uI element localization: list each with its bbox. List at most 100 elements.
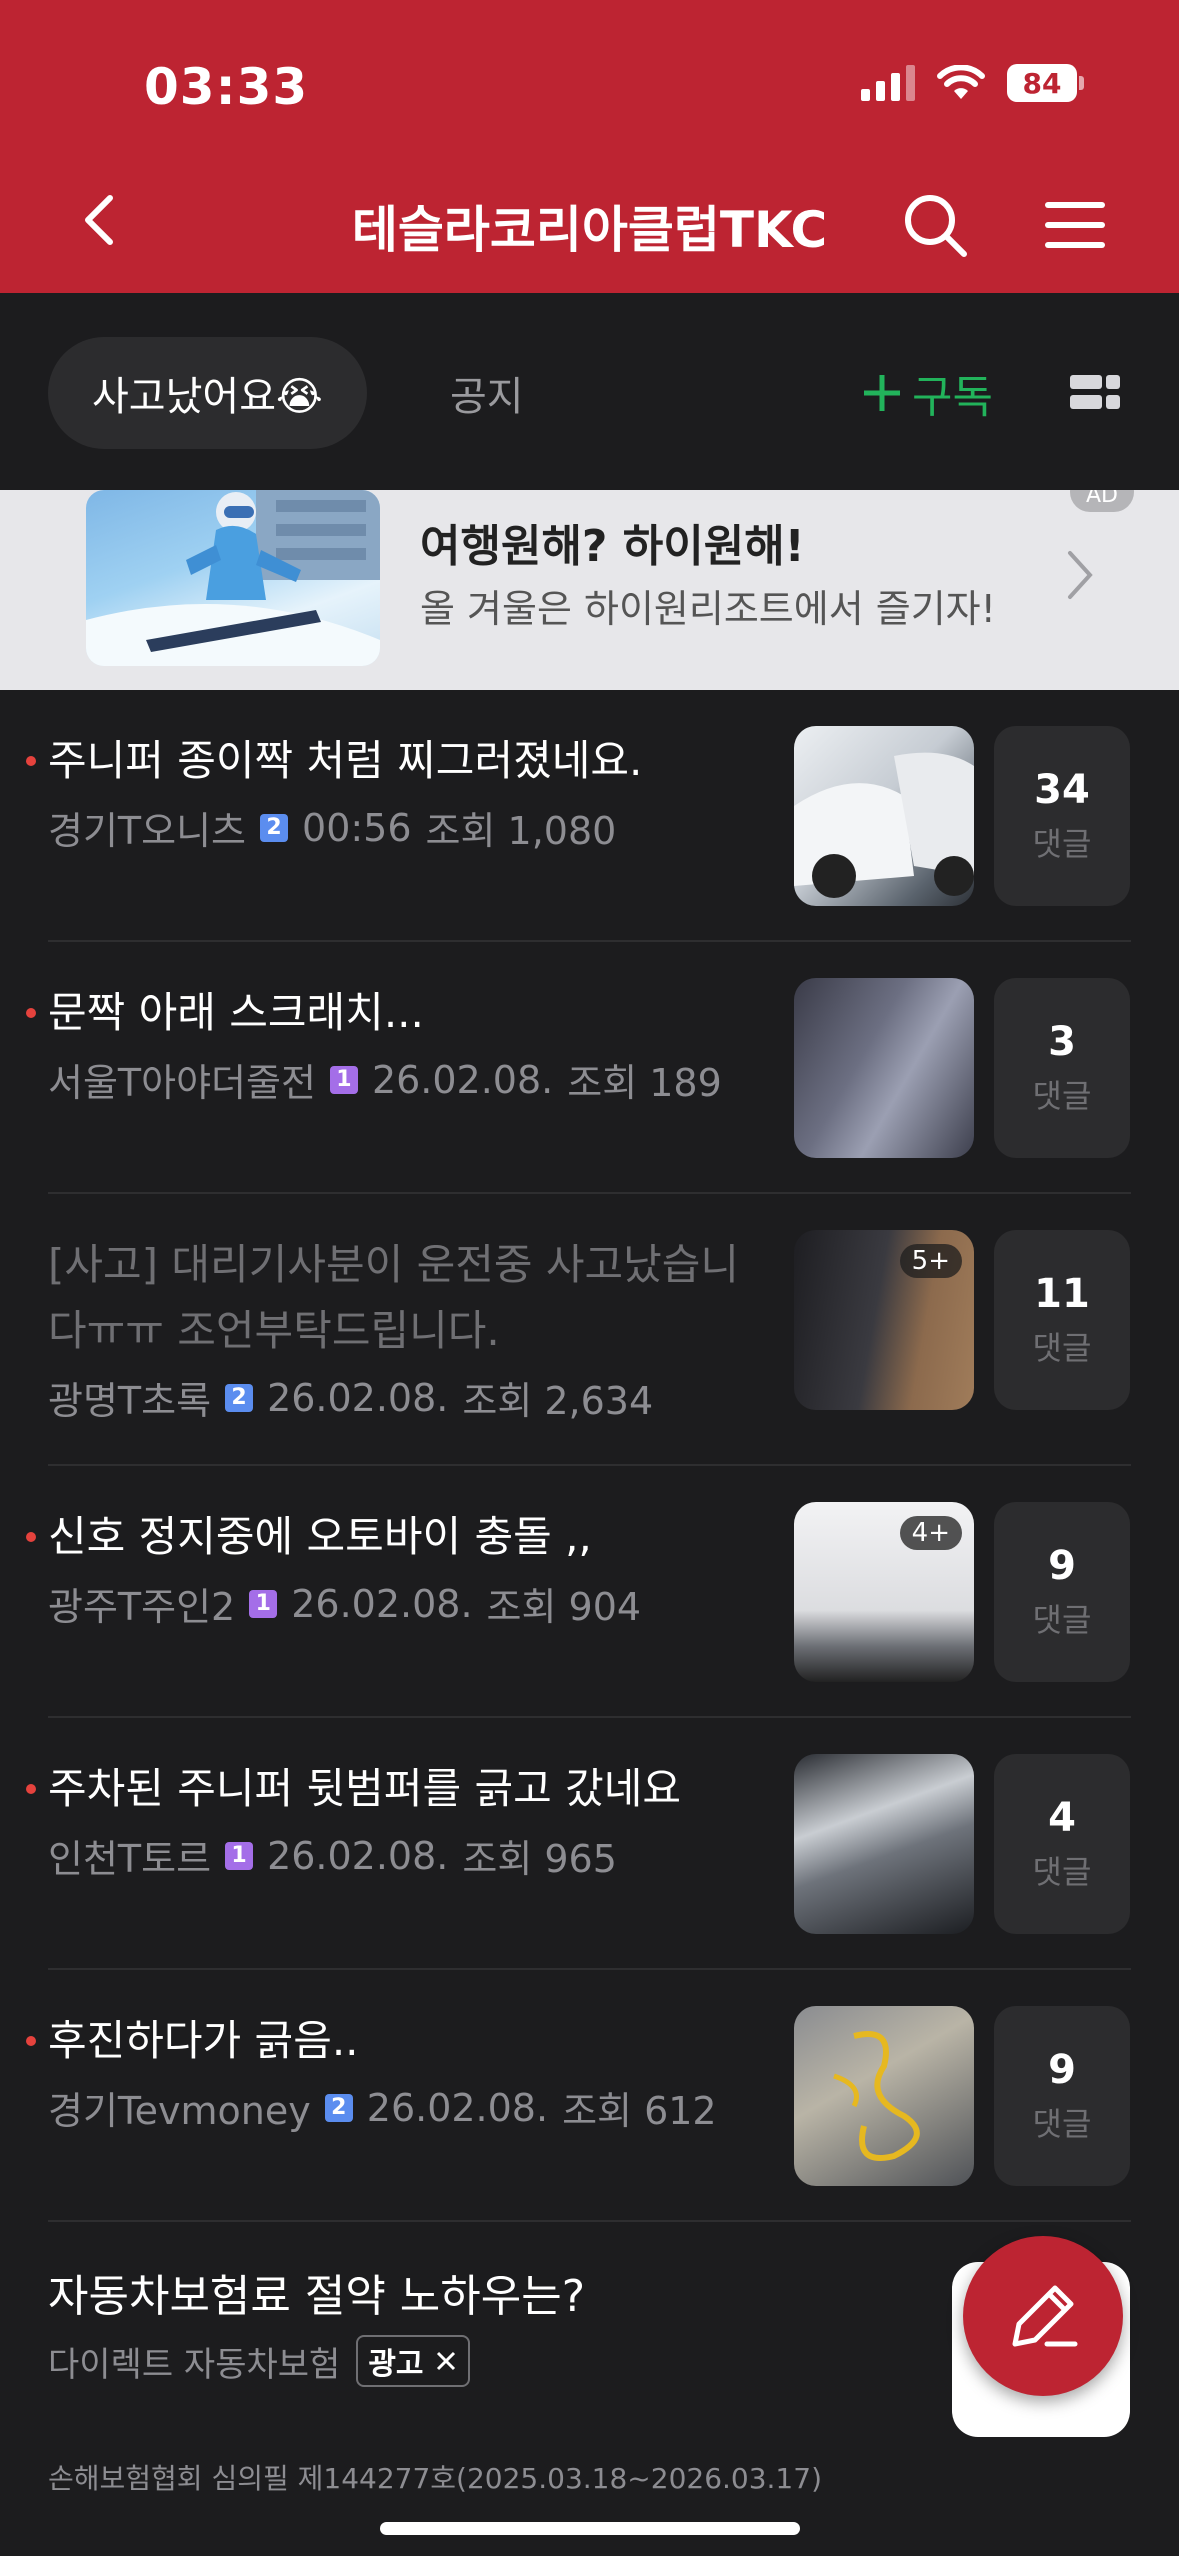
post-thumbnail[interactable] (794, 2006, 974, 2186)
new-indicator (26, 756, 36, 766)
post-title: [사고] 대리기사분이 운전중 사고났습니다ㅠㅠ 조언부탁드립니다. (48, 1240, 740, 1355)
comment-number: 9 (1048, 2047, 1076, 2093)
ad-post-title[interactable]: 자동차보험료 절약 노하우는? (48, 2260, 585, 2324)
new-indicator (26, 1008, 36, 1018)
post-time: 26.02.08. (366, 2085, 549, 2130)
post-title: 주니퍼 종이짝 처럼 찌그러졌네요. (48, 736, 643, 785)
post-time: 00:56 (302, 805, 412, 850)
ad-subtitle: 올 겨울은 하이원리조트에서 즐기자! (420, 587, 996, 631)
menu-icon[interactable] (1040, 195, 1110, 255)
tab-accident[interactable]: 사고났어요😭 (48, 337, 367, 449)
wifi-icon (937, 65, 985, 99)
plus-icon (864, 375, 900, 411)
search-icon[interactable] (900, 190, 970, 260)
level-badge: 1 (249, 1589, 278, 1618)
post-views: 조회 965 (462, 1837, 617, 1881)
image-count-badge: 4+ (899, 1516, 962, 1550)
post-author: 광주T주인2 (48, 1585, 236, 1629)
post-author: 인천T토르 (48, 1837, 212, 1881)
post-time: 26.02.08. (371, 1057, 554, 1102)
post-row[interactable]: 신호 정지중에 오토바이 충돌 ,, 광주T주인2 1 26.02.08. 조회… (0, 1466, 1179, 1718)
comment-label: 댓글 (1032, 1853, 1092, 1891)
status-icons: 84 (861, 64, 1084, 102)
comment-number: 3 (1048, 1019, 1076, 1065)
home-indicator (380, 2522, 800, 2535)
post-time: 26.02.08. (267, 1833, 449, 1878)
post-author: 경기Tevmoney (48, 2089, 311, 2133)
comment-count[interactable]: 11 댓글 (994, 1230, 1130, 1410)
comment-count[interactable]: 34 댓글 (994, 726, 1130, 906)
row-divider (48, 2220, 1131, 2222)
post-row[interactable]: 문짝 아래 스크래치... 서울T아야더줄전 1 26.02.08. 조회 18… (0, 942, 1179, 1194)
post-row[interactable]: 주차된 주니퍼 뒷범퍼를 긁고 갔네요 인천T토르 1 26.02.08. 조회… (0, 1718, 1179, 1970)
comment-count[interactable]: 9 댓글 (994, 1502, 1130, 1682)
status-time: 03:33 (144, 58, 309, 116)
comment-number: 34 (1034, 767, 1090, 813)
chevron-right-icon (1068, 551, 1093, 599)
post-views: 조회 2,634 (462, 1379, 654, 1423)
new-indicator (26, 1532, 36, 1542)
subscribe-label: 구독 (912, 372, 993, 423)
post-meta: 경기Tevmoney 2 26.02.08. 조회 612 (48, 2080, 717, 2135)
post-views: 조회 189 (567, 1061, 722, 1105)
post-thumbnail[interactable]: 4+ (794, 1502, 974, 1682)
comment-count[interactable]: 9 댓글 (994, 2006, 1130, 2186)
post-row[interactable]: 후진하다가 긁음.. 경기Tevmoney 2 26.02.08. 조회 612… (0, 1970, 1179, 2222)
level-badge: 1 (225, 1841, 254, 1870)
level-badge: 2 (324, 2093, 353, 2122)
post-thumbnail[interactable]: 5+ (794, 1230, 974, 1410)
post-title: 주차된 주니퍼 뒷범퍼를 긁고 갔네요 (48, 1764, 682, 1813)
view-toggle-icon[interactable] (1070, 373, 1120, 413)
post-meta: 광주T주인2 1 26.02.08. 조회 904 (48, 1576, 641, 1631)
post-row[interactable]: [사고] 대리기사분이 운전중 사고났습니다ㅠㅠ 조언부탁드립니다. 광명T초록… (0, 1194, 1179, 1466)
post-thumbnail[interactable] (794, 1754, 974, 1934)
post-title: 후진하다가 긁음.. (48, 2016, 359, 2065)
post-row[interactable]: 주니퍼 종이짝 처럼 찌그러졌네요. 경기T오니츠 2 00:56 조회 1,0… (0, 690, 1179, 942)
comment-label: 댓글 (1032, 825, 1092, 863)
level-badge: 2 (260, 813, 289, 842)
ad-title: 여행원해? 하이원해! (420, 521, 805, 572)
new-indicator (26, 2036, 36, 2046)
post-views: 조회 1,080 (425, 809, 617, 853)
ad-post-source: 다이렉트 자동차보험 (48, 2344, 341, 2385)
post-time: 26.02.08. (267, 1375, 449, 1420)
post-meta: 경기T오니츠 2 00:56 조회 1,080 (48, 800, 616, 855)
post-thumbnail[interactable] (794, 978, 974, 1158)
post-time: 26.02.08. (291, 1581, 473, 1626)
battery-level: 84 (1022, 66, 1062, 100)
app-header: 03:33 84 테슬라코리아클럽TKC (0, 0, 1179, 293)
ad-post-source-row: 다이렉트 자동차보험 광고 (48, 2335, 470, 2387)
post-views: 조회 904 (486, 1585, 642, 1629)
tab-notice[interactable]: 공지 (450, 337, 524, 449)
close-icon[interactable] (434, 2349, 458, 2373)
battery-icon: 84 (1007, 64, 1084, 102)
board-tabs: 사고났어요😭 공지 구독 (0, 293, 1179, 490)
ad-tag-label: 광고 (368, 2347, 424, 2382)
comment-count[interactable]: 4 댓글 (994, 1754, 1130, 1934)
page-title: 테슬라코리아클럽TKC (351, 201, 828, 259)
comment-number: 11 (1034, 1271, 1090, 1317)
comment-label: 댓글 (1032, 1077, 1092, 1115)
post-meta: 서울T아야더줄전 1 26.02.08. 조회 189 (48, 1052, 722, 1107)
post-views: 조회 612 (562, 2089, 717, 2133)
new-indicator (26, 1784, 36, 1794)
post-title: 문짝 아래 스크래치... (48, 988, 424, 1037)
post-author: 경기T오니츠 (48, 809, 247, 853)
ad-banner[interactable]: 여행원해? 하이원해! 올 겨울은 하이원리조트에서 즐기자! AD (0, 490, 1179, 690)
comment-label: 댓글 (1032, 1601, 1092, 1639)
comment-number: 9 (1048, 1543, 1076, 1589)
post-thumbnail[interactable] (794, 726, 974, 906)
comment-label: 댓글 (1032, 1329, 1092, 1367)
post-title: 신호 정지중에 오토바이 충돌 ,, (48, 1512, 592, 1561)
post-author: 광명T초록 (48, 1379, 212, 1423)
comment-count[interactable]: 3 댓글 (994, 978, 1130, 1158)
post-meta: 인천T토르 1 26.02.08. 조회 965 (48, 1828, 617, 1883)
level-badge: 1 (329, 1065, 358, 1094)
ad-image (86, 490, 380, 666)
subscribe-button[interactable]: 구독 (862, 337, 993, 449)
post-author: 서울T아야더줄전 (48, 1061, 316, 1105)
post-meta: 광명T초록 2 26.02.08. 조회 2,634 (48, 1370, 653, 1425)
image-count-badge: 5+ (899, 1244, 962, 1278)
write-post-button[interactable] (963, 2236, 1123, 2396)
ad-tag[interactable]: 광고 (356, 2335, 470, 2387)
